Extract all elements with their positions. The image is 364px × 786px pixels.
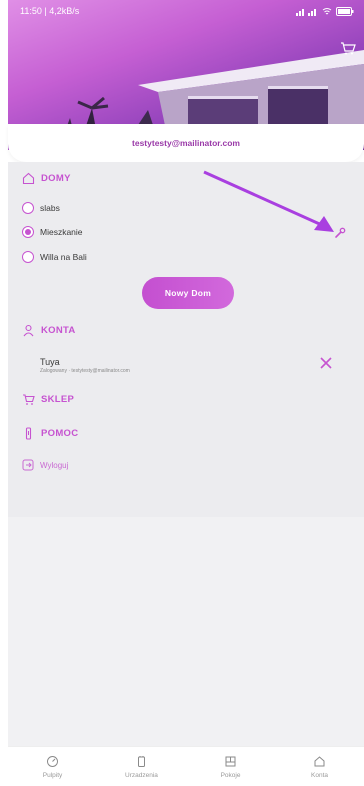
wrench-icon[interactable] (334, 227, 346, 239)
account-detail: Zalogowany · testytesty@mailinator.com (40, 368, 130, 374)
cart-icon (23, 394, 35, 405)
radio-button[interactable] (22, 251, 34, 263)
logout-icon (22, 459, 34, 471)
dashboard-icon (47, 756, 58, 767)
status-time: 11:50 | 4,2kB/s (20, 6, 80, 16)
home-icon (22, 172, 35, 185)
nav-label: Konta (311, 772, 328, 779)
user-icon (23, 324, 34, 337)
cart-icon[interactable] (340, 40, 356, 56)
logout-label: Wyloguj (40, 460, 69, 470)
nav-devices[interactable]: Urzadzenia (107, 755, 177, 779)
account-email: testytesty@mailinator.com (8, 124, 364, 162)
nav-rooms[interactable]: Pokoje (196, 755, 266, 779)
home-option-slabs[interactable]: slabs (22, 202, 60, 214)
screen: 11:50 | 4,2kB/s testytesty@mailinator.co… (0, 0, 364, 786)
home-option-label: slabs (40, 203, 60, 213)
status-icons (296, 6, 354, 16)
annotation-arrow (203, 170, 334, 232)
radio-button[interactable] (22, 202, 34, 214)
nav-label: Urzadzenia (125, 772, 158, 779)
home-option-mieszkanie[interactable]: Mieszkanie (22, 226, 83, 238)
bottom-navigation: Pulpity Urzadzenia Pokoje Konta (8, 746, 364, 786)
new-home-button[interactable]: Nowy Dom (142, 277, 234, 309)
close-icon[interactable] (318, 355, 334, 371)
rooms-icon (225, 756, 236, 767)
home-option-label: Mieszkanie (40, 227, 83, 237)
accounts-title: KONTA (41, 325, 76, 336)
radio-button-selected[interactable] (22, 226, 34, 238)
nav-dashboards[interactable]: Pulpity (18, 755, 88, 779)
left-edge (0, 0, 8, 786)
account-name: Tuya (40, 357, 60, 367)
home-icon (314, 756, 325, 767)
wifi-icon (322, 7, 332, 14)
help-section[interactable]: POMOC (22, 427, 78, 440)
shop-section[interactable]: SKLEP (22, 393, 74, 406)
status-bar: 11:50 | 4,2kB/s (8, 0, 364, 22)
shop-title: SKLEP (41, 394, 75, 405)
nav-label: Pokoje (220, 772, 241, 779)
accounts-section-title: KONTA (22, 324, 76, 337)
lower-panel (8, 517, 364, 746)
help-title: POMOC (41, 428, 79, 439)
device-icon (138, 756, 145, 767)
homes-section-title: DOMY (22, 172, 71, 185)
home-option-willa[interactable]: Willa na Bali (22, 251, 87, 263)
logout-link[interactable]: Wyloguj (22, 459, 68, 471)
help-icon (25, 427, 32, 440)
homes-title: DOMY (41, 173, 71, 184)
home-option-label: Willa na Bali (40, 252, 87, 262)
battery-icon (336, 6, 354, 16)
signal-icon (296, 8, 316, 16)
nav-label: Pulpity (42, 772, 63, 779)
nav-accounts[interactable]: Konta (285, 755, 355, 779)
